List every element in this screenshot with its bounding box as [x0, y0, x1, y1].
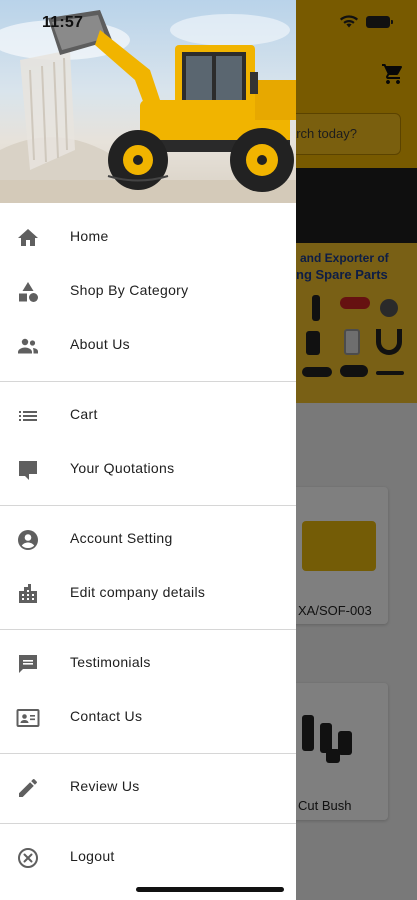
menu-item-label: Home [70, 228, 109, 244]
menu-item-label: Edit company details [70, 584, 206, 600]
category-icon [19, 282, 38, 302]
menu-item-label: Cart [70, 406, 98, 422]
menu-divider [0, 753, 296, 754]
list-icon [19, 411, 37, 421]
menu-item-contact-us[interactable]: Contact Us [0, 691, 296, 745]
home-indicator[interactable] [136, 887, 284, 892]
battery-icon [366, 16, 393, 28]
menu-divider [0, 823, 296, 824]
menu-item-your-quotations[interactable]: Your Quotations [0, 443, 296, 497]
menu-item-label: About Us [70, 336, 130, 352]
menu-divider [0, 505, 296, 506]
close-circle-icon [18, 848, 38, 868]
menu-item-edit-company-details[interactable]: Edit company details [0, 567, 296, 621]
menu-item-label: Your Quotations [70, 460, 175, 476]
menu-item-label: Contact Us [70, 708, 143, 724]
contact-card-icon [16, 709, 40, 727]
menu-item-label: Account Setting [70, 530, 173, 546]
menu-item-review-us[interactable]: Review Us [0, 761, 296, 815]
menu-item-logout[interactable]: Logout [0, 831, 296, 885]
menu-item-shop-by-category[interactable]: Shop By Category [0, 265, 296, 319]
status-time: 11:57 [42, 14, 84, 31]
navigation-drawer: Home Shop By Category About Us Cart Your… [0, 0, 296, 900]
menu-divider [0, 381, 296, 382]
menu-item-label: Testimonials [70, 654, 151, 670]
menu-item-account-setting[interactable]: Account Setting [0, 513, 296, 567]
home-icon [18, 229, 38, 246]
company-building-icon [19, 584, 37, 603]
message-icon [19, 655, 37, 673]
pencil-icon [19, 779, 37, 797]
people-icon [18, 338, 38, 354]
menu-item-label: Review Us [70, 778, 140, 794]
menu-item-label: Logout [70, 848, 115, 864]
menu-item-testimonials[interactable]: Testimonials [0, 637, 296, 691]
menu-item-label: Shop By Category [70, 282, 189, 298]
menu-item-home[interactable]: Home [0, 211, 296, 265]
wifi-icon [340, 15, 358, 28]
status-bar: 11:57 [0, 0, 417, 44]
menu-divider [0, 629, 296, 630]
quotation-icon [19, 461, 37, 480]
menu-item-about-us[interactable]: About Us [0, 319, 296, 373]
menu-item-cart[interactable]: Cart [0, 389, 296, 443]
account-circle-icon [18, 530, 38, 550]
